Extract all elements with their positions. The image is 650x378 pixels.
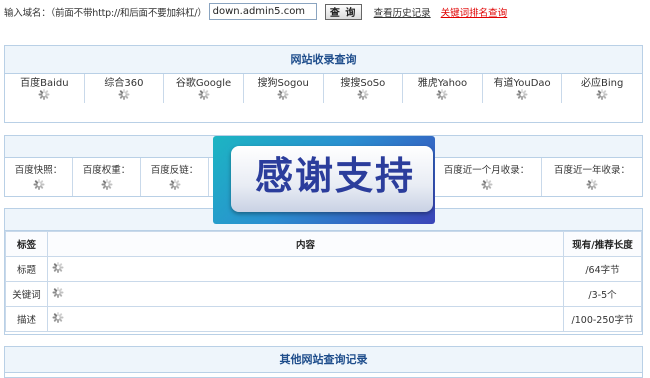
indexing-panel-title: 网站收录查询 bbox=[5, 46, 642, 74]
meta-row: 描述/100-250字节 bbox=[5, 306, 642, 332]
domain-input[interactable] bbox=[208, 3, 317, 20]
engine-count-cell bbox=[483, 89, 563, 103]
loading-icon bbox=[118, 89, 130, 100]
header-tag: 标签 bbox=[5, 231, 48, 257]
loading-icon bbox=[38, 89, 50, 100]
thanks-banner: 感谢支持 bbox=[213, 136, 435, 224]
engine-name: 有道YouDao bbox=[483, 74, 563, 89]
loading-icon bbox=[169, 179, 180, 190]
keyword-rank-link[interactable]: 关键词排名查询 bbox=[441, 5, 508, 19]
meta-content bbox=[47, 281, 564, 307]
engine-name: 必应Bing bbox=[581, 78, 624, 89]
meta-row: 关键词/3-5个 bbox=[5, 281, 642, 307]
meta-length: /100-250字节 bbox=[563, 306, 642, 332]
weight-cell: 百度近一年收录： bbox=[542, 158, 642, 196]
loading-icon bbox=[52, 312, 63, 323]
engine-count-cell bbox=[5, 89, 85, 103]
weight-label: 百度近一个月收录： bbox=[443, 165, 530, 176]
meta-table: 标签 内容 现有/推荐长度 标题/64字节 关键词/3-5个 描述/100-250字… bbox=[5, 231, 642, 332]
weight-cell: 百度近一个月收录： bbox=[432, 158, 542, 196]
engine-name: 百度Baidu bbox=[5, 74, 85, 89]
meta-length: /3-5个 bbox=[563, 281, 642, 307]
loading-icon bbox=[357, 89, 369, 100]
engine-count-cell bbox=[324, 89, 404, 103]
engine-name: 雅虎Yahoo bbox=[403, 74, 483, 89]
loading-icon bbox=[33, 179, 44, 190]
meta-header-row: 标签 内容 现有/推荐长度 bbox=[5, 231, 642, 257]
engine-name: 搜搜SoSo bbox=[324, 74, 404, 89]
loading-icon bbox=[516, 89, 528, 100]
meta-content bbox=[47, 306, 564, 332]
engine-header-row: 百度Baidu 综合360 谷歌Google 搜狗Sogou 搜搜SoSo 雅虎Yahoo… bbox=[5, 74, 642, 89]
weight-label: 百度反链： bbox=[150, 165, 199, 176]
meta-tag: 描述 bbox=[5, 306, 48, 332]
weight-label: 百度快照： bbox=[14, 165, 63, 176]
history-link[interactable]: 查看历史记录 bbox=[374, 5, 431, 19]
loading-icon bbox=[52, 262, 63, 273]
weight-label: 百度近一年收录： bbox=[553, 165, 630, 176]
meta-tag: 标题 bbox=[5, 256, 48, 282]
engine-value-row bbox=[5, 89, 642, 103]
meta-panel: 标签 内容 现有/推荐长度 标题/64字节 关键词/3-5个 描述/100-250字… bbox=[4, 208, 643, 335]
other-records-title: 其他网站查询记录 bbox=[5, 347, 642, 373]
loading-icon bbox=[586, 179, 598, 190]
engine-count-cell bbox=[403, 89, 483, 103]
query-button[interactable]: 查 询 bbox=[324, 3, 362, 20]
meta-row: 标题/64字节 bbox=[5, 256, 642, 282]
indexing-panel: 网站收录查询 百度Baidu 综合360 谷歌Google 搜狗Sogou 搜搜SoSo… bbox=[4, 45, 643, 123]
loading-icon bbox=[436, 89, 448, 100]
meta-length: /64字节 bbox=[563, 256, 642, 282]
domain-input-label: 输入域名：（前面不带http://和后面不要加斜杠/） bbox=[4, 7, 207, 19]
engine-name: 综合360 bbox=[85, 74, 165, 89]
engine-count-cell bbox=[244, 89, 324, 103]
header-content: 内容 bbox=[47, 231, 564, 257]
other-records-panel: 其他网站查询记录 bbox=[4, 346, 643, 378]
weight-cell: 百度反链： bbox=[141, 158, 209, 196]
search-bar: 输入域名：（前面不带http://和后面不要加斜杠/） 查 询 查看历史记录 关… bbox=[4, 3, 507, 20]
engine-name: 谷歌Google bbox=[164, 74, 244, 89]
engine-count-cell bbox=[562, 89, 642, 103]
weight-label: 百度权重： bbox=[82, 165, 131, 176]
banner-text: 感谢支持 bbox=[254, 154, 415, 198]
header-length: 现有/推荐长度 bbox=[563, 231, 642, 257]
loading-icon bbox=[101, 179, 112, 190]
loading-icon bbox=[596, 89, 608, 100]
meta-content bbox=[47, 256, 564, 282]
meta-tag: 关键词 bbox=[5, 281, 48, 307]
loading-icon bbox=[198, 89, 210, 100]
loading-icon bbox=[481, 179, 492, 190]
weight-cell: 百度权重： bbox=[73, 158, 141, 196]
loading-icon bbox=[52, 287, 63, 298]
engine-count-cell bbox=[85, 89, 165, 103]
engine-count-cell bbox=[164, 89, 244, 103]
engine-name: 搜狗Sogou bbox=[244, 74, 324, 89]
weight-cell: 百度快照： bbox=[5, 158, 73, 196]
loading-icon bbox=[277, 89, 289, 100]
